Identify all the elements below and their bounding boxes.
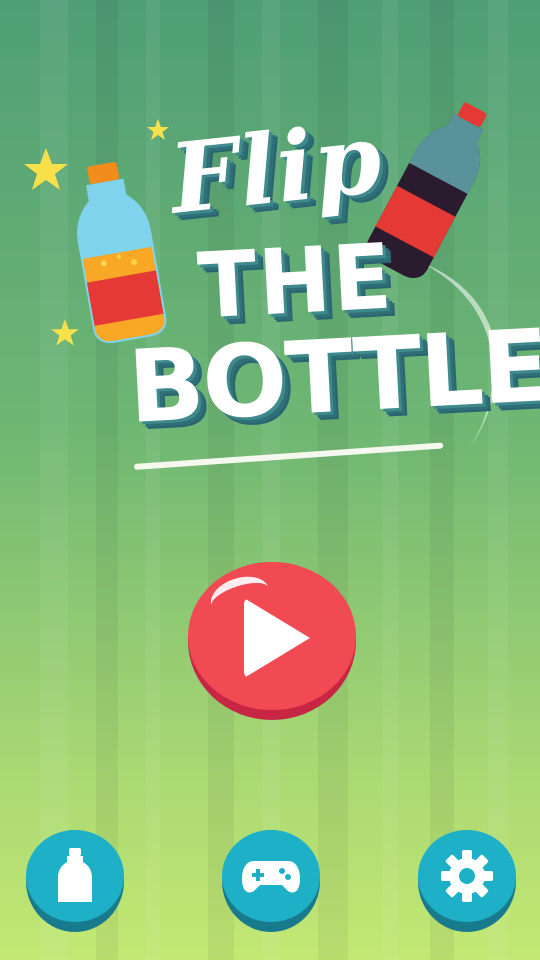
play-button[interactable] (188, 562, 356, 720)
star-icon (24, 148, 68, 190)
settings-face (418, 830, 516, 922)
title-underline (133, 442, 444, 470)
gamepad-icon (242, 861, 300, 893)
bottle-icon (58, 848, 92, 902)
settings-button[interactable] (418, 830, 516, 932)
title-flip: Flip (164, 101, 388, 236)
bottle-select-button[interactable] (26, 830, 124, 932)
title-bottle: BOTTLE (125, 307, 540, 446)
bottle-select-face (26, 830, 124, 922)
gear-icon (441, 850, 493, 902)
games-button[interactable] (222, 830, 320, 932)
games-face (222, 830, 320, 922)
play-button-face (188, 562, 356, 710)
play-icon (244, 598, 310, 678)
orange-bottle-icon (77, 162, 167, 344)
